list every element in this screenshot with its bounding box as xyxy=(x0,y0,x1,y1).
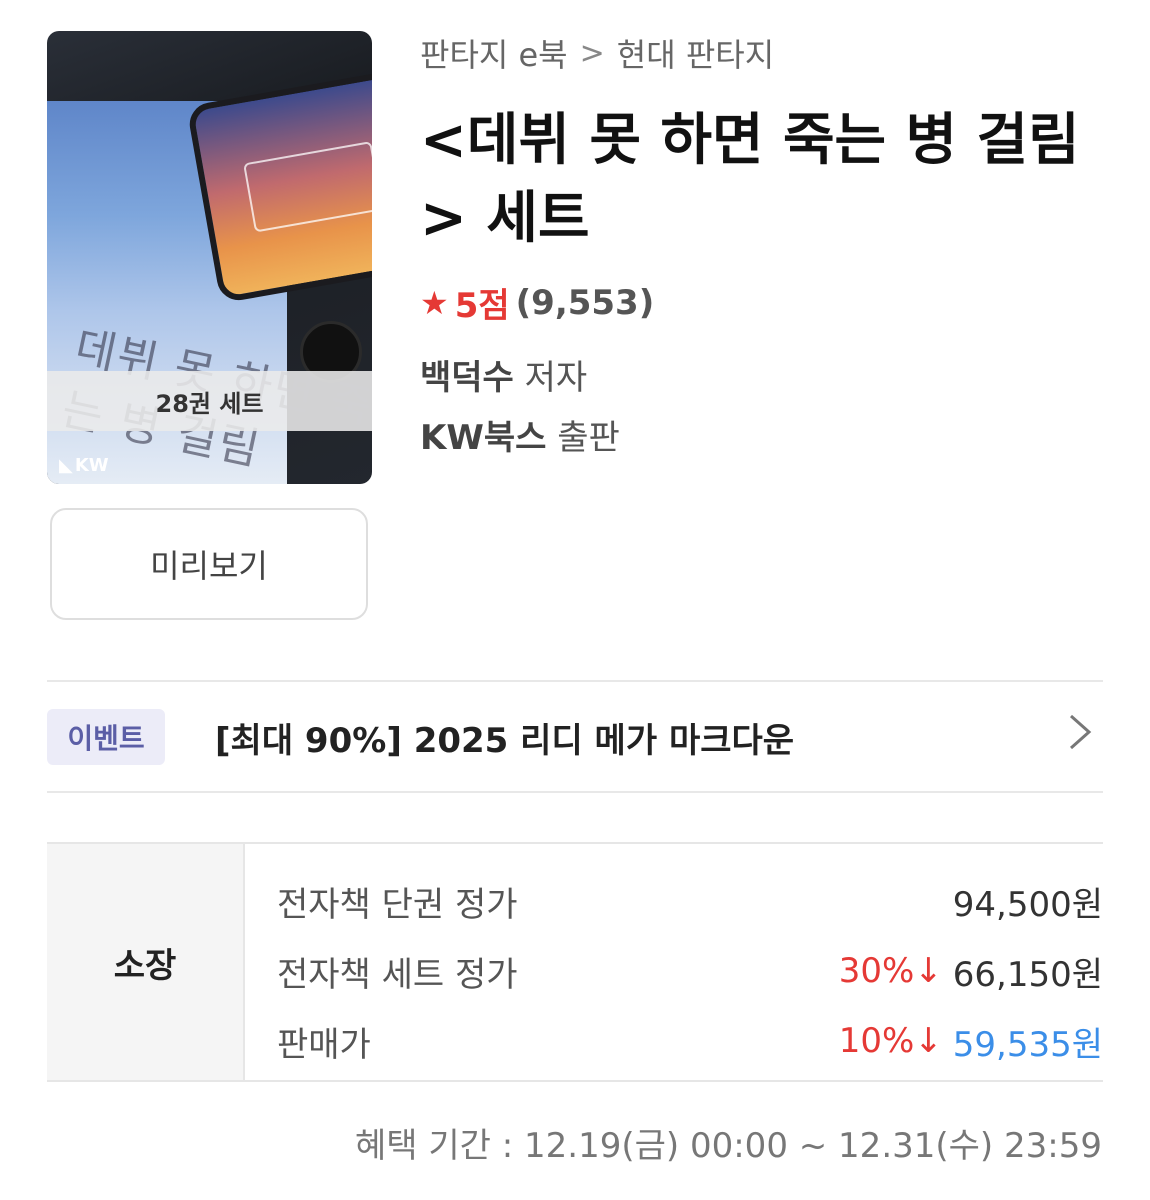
star-icon: ★ xyxy=(420,283,449,322)
cover-phone-art xyxy=(186,68,372,304)
publisher-logo-icon: ◣ xyxy=(59,455,73,476)
price-rows: 전자책 단권 정가 94,500원 전자책 세트 정가 30%↓ 66,150원… xyxy=(245,844,1103,1080)
breadcrumb-subcategory[interactable]: 현대 판타지 xyxy=(617,30,774,76)
rating-count: (9,553) xyxy=(515,282,655,323)
breadcrumb-separator: > xyxy=(579,35,605,71)
price-row-set: 전자책 세트 정가 30%↓ 66,150원 xyxy=(277,936,1103,1006)
rating-score: 5점 xyxy=(454,286,510,326)
book-cover[interactable]: 데뷔 못 하면 죽는 병 걸림 28권 세트 ◣ KW xyxy=(47,31,372,484)
price-row-value-group: 10%↓ 59,535원 xyxy=(839,1017,1103,1066)
divider-bottom xyxy=(47,791,1103,793)
preview-button[interactable]: 미리보기 xyxy=(50,508,368,620)
cover-set-badge: 28권 세트 xyxy=(47,371,372,431)
discount-rate: 10%↓ xyxy=(838,1021,943,1061)
publisher-role: 출판 xyxy=(557,418,620,458)
publisher-logo: ◣ KW xyxy=(59,455,109,476)
author-name[interactable]: 백덕수 xyxy=(420,358,514,398)
event-banner[interactable]: 이벤트 [최대 90%] 2025 리디 메가 마크다운 xyxy=(47,683,1103,791)
price-row-value-group: 94,500원 xyxy=(953,877,1103,926)
event-badge: 이벤트 xyxy=(47,709,165,765)
price-row-label: 전자책 세트 정가 xyxy=(277,954,518,995)
breadcrumb-category[interactable]: 판타지 e북 xyxy=(420,30,568,76)
price-row-label: 판매가 xyxy=(277,1024,371,1065)
book-title: <데뷔 못 하면 죽는 병 걸림 > 세트 xyxy=(420,108,1080,251)
price-row-value: 94,500원 xyxy=(952,884,1103,925)
price-table: 소장 전자책 단권 정가 94,500원 전자책 세트 정가 30%↓ 66,1… xyxy=(47,842,1103,1082)
publisher-name[interactable]: KW북스 xyxy=(420,418,546,458)
ownership-label: 소장 xyxy=(47,844,245,1080)
event-text: [최대 90%] 2025 리디 메가 마크다운 xyxy=(215,720,795,761)
author-line: 백덕수 저자 xyxy=(420,350,587,399)
publisher-line: KW북스 출판 xyxy=(420,410,620,459)
chevron-right-icon xyxy=(1067,712,1093,762)
price-row-single: 전자책 단권 정가 94,500원 xyxy=(277,866,1103,936)
benefit-period: 혜택 기간 : 12.19(금) 00:00 ~ 12.31(수) 23:59 xyxy=(355,1126,1102,1166)
breadcrumb: 판타지 e북 > 현대 판타지 xyxy=(420,30,774,76)
discount-rate: 30%↓ xyxy=(838,951,943,991)
final-price: 59,535원 xyxy=(952,1024,1103,1065)
price-row-label: 전자책 단권 정가 xyxy=(277,884,518,925)
divider-top xyxy=(47,680,1103,682)
price-row-value-group: 30%↓ 66,150원 xyxy=(839,947,1103,996)
publisher-logo-text: KW xyxy=(74,455,109,476)
price-row-value: 66,150원 xyxy=(952,954,1103,995)
rating[interactable]: ★ 5점 (9,553) xyxy=(420,278,654,327)
author-role: 저자 xyxy=(524,358,588,398)
price-row-sale: 판매가 10%↓ 59,535원 xyxy=(277,1006,1103,1076)
